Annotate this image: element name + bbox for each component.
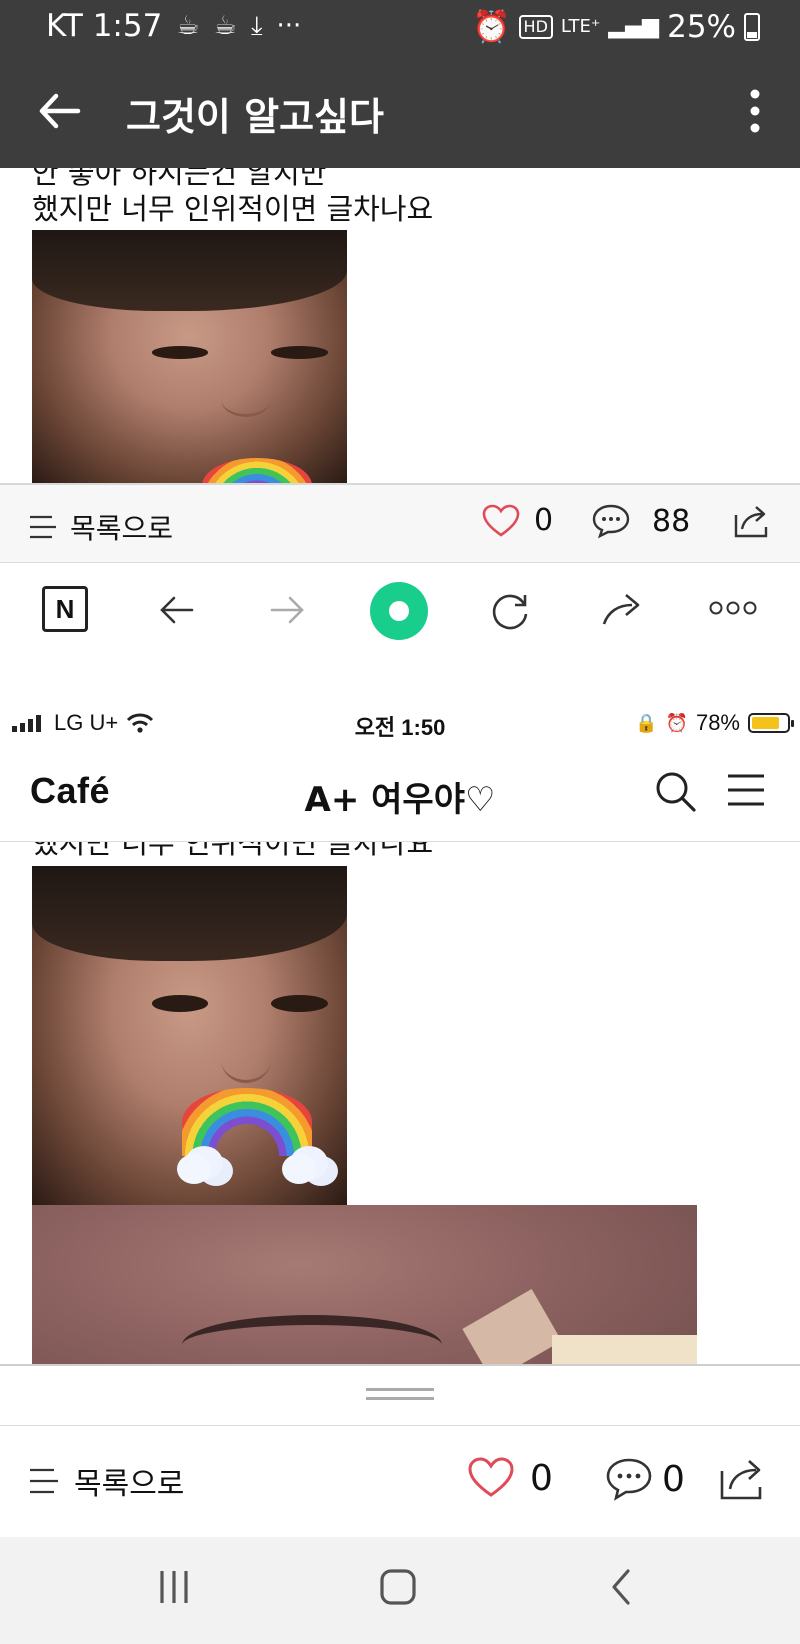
ios-status-bar: LG U+ 오전 1:50 🔒 ⏰ 78% xyxy=(0,700,800,748)
back-arrow-icon[interactable] xyxy=(156,590,196,630)
comment-icon xyxy=(592,504,630,539)
alarm-icon: ⏰ xyxy=(665,712,688,733)
like-button[interactable]: 0 xyxy=(468,1457,553,1499)
naver-green-dot-button[interactable] xyxy=(370,582,428,640)
post-content: 했지만 너무 인위적이면 글차나요 xyxy=(0,842,800,1366)
post-action-bar: 목록으로 0 88 xyxy=(0,483,800,563)
signal-icon: ▂▄▆ xyxy=(608,14,660,39)
home-icon[interactable] xyxy=(378,1567,418,1607)
menu-icon[interactable] xyxy=(726,770,766,810)
like-count: 0 xyxy=(530,1457,553,1499)
comment-count: 0 xyxy=(662,1458,685,1500)
heart-icon xyxy=(468,1457,514,1497)
back-to-list-button[interactable]: 목록으로 xyxy=(28,1459,184,1503)
status-carrier-time: KT 1:57 xyxy=(46,8,163,44)
post-content: 안 좋아 하시는건 알지만 했지만 너무 인위적이면 글차나요 xyxy=(0,168,800,483)
rotation-lock-icon: 🔒 xyxy=(635,712,658,733)
list-label: 목록으로 xyxy=(74,1467,185,1502)
share-icon[interactable] xyxy=(718,1457,770,1501)
post-text-line: 했지만 너무 인위적이면 글차나요 xyxy=(32,192,434,226)
coffee-icon: ☕ xyxy=(213,11,237,41)
share-icon[interactable] xyxy=(600,590,646,630)
battery-percent: 78% xyxy=(695,710,740,735)
more-horizontal-icon[interactable] xyxy=(708,598,758,618)
naver-icon[interactable]: N xyxy=(42,586,88,632)
hd-voice-icon: HD xyxy=(518,14,553,39)
forward-icon[interactable] xyxy=(268,590,308,630)
recent-apps-icon[interactable] xyxy=(154,1567,194,1607)
more-notifications-icon: ··· xyxy=(276,11,302,41)
post-photo xyxy=(32,866,347,1205)
cafe-header: Café A+ 여우야♡ xyxy=(0,748,800,842)
android-status-bar: KT 1:57 ☕ ☕ ⤓ ··· ⏰ HD LTE⁺ ▂▄▆ 25% xyxy=(0,0,800,56)
list-label: 목록으로 xyxy=(70,512,174,545)
search-icon[interactable] xyxy=(654,770,696,812)
page-title: 그것이 알고싶다 xyxy=(126,95,384,139)
browser-toolbar: N xyxy=(0,564,800,660)
coffee-icon: ☕ xyxy=(176,11,200,41)
post-photo xyxy=(32,230,347,483)
android-nav-bar xyxy=(0,1537,800,1644)
like-button[interactable]: 0 xyxy=(482,503,553,538)
alarm-icon: ⏰ xyxy=(471,9,511,45)
lte-indicator: LTE⁺ xyxy=(560,16,601,37)
like-count: 0 xyxy=(534,503,554,538)
nav-back-icon[interactable] xyxy=(606,1567,636,1607)
post-photo-closeup xyxy=(32,1205,697,1364)
comment-count: 88 xyxy=(652,503,691,539)
post-action-bar: 목록으로 0 0 xyxy=(0,1427,800,1537)
back-arrow-icon[interactable] xyxy=(34,86,84,136)
post-text-cut: 했지만 너무 인위적이면 글차나요 xyxy=(32,842,434,860)
battery-icon xyxy=(744,12,760,41)
share-icon[interactable] xyxy=(732,503,772,539)
more-vertical-icon[interactable] xyxy=(748,86,762,136)
list-icon xyxy=(30,1468,58,1494)
list-icon xyxy=(30,515,56,539)
drag-handle[interactable] xyxy=(366,1388,434,1400)
comment-icon xyxy=(606,1458,652,1501)
comment-button[interactable]: 88 xyxy=(592,503,690,539)
download-icon: ⤓ xyxy=(250,10,263,41)
comment-button[interactable]: 0 xyxy=(606,1457,685,1501)
battery-icon xyxy=(748,713,794,733)
android-app-bar: 그것이 알고싶다 xyxy=(0,56,800,168)
refresh-icon[interactable] xyxy=(490,590,532,632)
battery-percent: 25% xyxy=(667,8,736,45)
back-to-list-button[interactable]: 목록으로 xyxy=(28,507,173,547)
drag-handle-bar[interactable] xyxy=(0,1366,800,1426)
heart-icon xyxy=(482,504,520,537)
